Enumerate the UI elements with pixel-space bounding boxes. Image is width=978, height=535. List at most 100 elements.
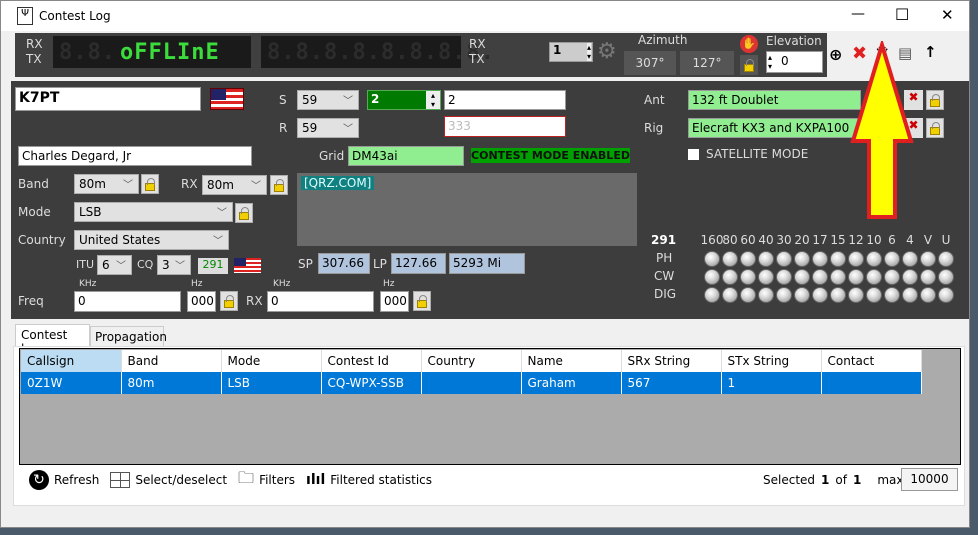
band-status-indicator: [902, 287, 918, 303]
khz-label: KHz: [79, 279, 97, 289]
band-status-indicator: [938, 287, 954, 303]
maximize-button[interactable]: ☐: [895, 5, 909, 24]
filters-button[interactable]: Filters: [259, 473, 295, 487]
antenna-lock-icon[interactable]: [926, 90, 944, 110]
minimize-button[interactable]: —: [851, 6, 865, 22]
rx-frequency-display: 8.8.8.8.8.8.8.8.: [261, 36, 494, 68]
rx-freq-khz-input[interactable]: 0: [267, 291, 374, 312]
log-toolbar: ↻ Refresh Select/deselect 🗀 Filters ılıl…: [29, 467, 432, 494]
vfo-spinner[interactable]: 1 ▴ ▾: [549, 42, 593, 62]
band-status-indicator: [776, 287, 792, 303]
small-flag-icon: [234, 258, 261, 273]
freq-khz-input[interactable]: 0: [74, 291, 181, 312]
band-status-indicator: [704, 287, 720, 303]
azimuth-lp-button[interactable]: 127°: [680, 51, 734, 75]
selection-status: Selected 1 of 1 max:: [763, 473, 908, 487]
column-header[interactable]: SRx String: [621, 350, 722, 372]
stop-rotator-icon[interactable]: ✋: [740, 35, 758, 53]
mode-lock-icon[interactable]: [235, 203, 253, 223]
name-input[interactable]: Charles Degard, Jr: [18, 146, 252, 166]
table-cell: Graham: [521, 372, 622, 394]
refresh-icon[interactable]: ↻: [29, 470, 49, 490]
distance-value: 5293 Mi: [449, 253, 525, 274]
column-header[interactable]: Country: [421, 350, 522, 372]
band-column-label: 30: [776, 233, 792, 247]
band-column-label: 10: [866, 233, 882, 247]
srx-input[interactable]: 333: [444, 116, 566, 137]
callsign-input[interactable]: K7PT: [15, 87, 201, 111]
filter-folder-icon[interactable]: 🗀: [238, 467, 254, 494]
title-bar: Ψ Contest Log — ☐ ✕: [1, 1, 969, 31]
elevation-spinner[interactable]: 0 ▴ ▾: [766, 51, 823, 73]
column-header[interactable]: Callsign: [21, 350, 122, 372]
grid-label: Grid: [319, 149, 345, 163]
cq-select[interactable]: 3 ﹀: [157, 255, 191, 275]
arrow-up-icon[interactable]: ↑: [924, 43, 937, 61]
rst-rcvd-select[interactable]: 59 ﹀: [297, 118, 359, 138]
band-column-label: 15: [830, 233, 846, 247]
rx-label: RX: [26, 37, 43, 51]
contest-log-window: Ψ Contest Log — ☐ ✕ RX TX 8.8. oFFLInE 8.…: [0, 0, 970, 528]
band-column-label: 4: [906, 233, 914, 247]
satellite-checkbox[interactable]: [688, 149, 699, 160]
table-cell: CQ-WPX-SSB: [321, 372, 422, 394]
antenna-select[interactable]: 132 ft Doublet: [688, 90, 861, 110]
rx-freq-hz-input[interactable]: 000: [380, 291, 409, 312]
add-icon[interactable]: ⊕: [829, 45, 842, 64]
stx-input[interactable]: 2: [444, 90, 566, 110]
band-column-label: V: [923, 233, 933, 247]
window-title: Contest Log: [39, 9, 111, 23]
country-label: Country: [18, 233, 66, 247]
band-select[interactable]: 80m ﹀: [74, 174, 139, 194]
column-header[interactable]: Band: [121, 350, 222, 372]
serial-spinner[interactable]: 2 ▴ ▾: [367, 90, 441, 110]
column-header[interactable]: Name: [521, 350, 622, 372]
mode-select[interactable]: LSB ﹀: [74, 202, 233, 222]
table-row[interactable]: 0Z1W 80m LSB CQ-WPX-SSB Graham 567 1: [21, 372, 922, 394]
freq-lock-icon[interactable]: [220, 291, 238, 311]
band-status-indicator: [902, 251, 918, 267]
rig-lock-icon[interactable]: [926, 118, 944, 138]
rst-sent-select[interactable]: 59 ﹀: [297, 90, 359, 110]
column-header[interactable]: Contact: [821, 350, 922, 372]
select-deselect-button[interactable]: Select/deselect: [135, 473, 227, 487]
country-select[interactable]: United States ﹀: [74, 230, 229, 250]
grid-input[interactable]: DM43ai: [348, 146, 464, 166]
max-records-input[interactable]: 10000: [901, 468, 958, 491]
rx-band-select[interactable]: 80m ﹀: [202, 175, 267, 195]
band-mode-grid: 291 160 80 60 40 30 20 17 15 12 10 6 4 V U PH CW DIG: [651, 231, 954, 303]
rig-select[interactable]: Elecraft KX3 and KXPA100: [688, 118, 861, 138]
rx-label-2: RX: [469, 37, 486, 51]
band-lock-icon[interactable]: [141, 174, 159, 194]
qrz-link[interactable]: [QRZ.COM]: [301, 176, 375, 190]
select-grid-icon[interactable]: [110, 472, 131, 488]
filtered-statistics-button[interactable]: Filtered statistics: [330, 473, 432, 487]
refresh-button[interactable]: Refresh: [54, 473, 99, 487]
statistics-icon[interactable]: ılıl: [306, 472, 325, 488]
band-status-indicator: [740, 251, 756, 267]
itu-select[interactable]: 6 ﹀: [97, 255, 132, 275]
column-header[interactable]: STx String: [721, 350, 822, 372]
band-status-indicator: [740, 287, 756, 303]
tab-contest-log[interactable]: Contest log: [15, 324, 90, 356]
mode-row-label: PH: [656, 251, 673, 265]
lock-icon[interactable]: [740, 55, 758, 75]
close-button[interactable]: ✕: [941, 6, 954, 24]
band-column-label: 40: [758, 233, 774, 247]
band-status-indicator: [776, 251, 792, 267]
r-label: R: [279, 121, 288, 135]
rx-freq-lock-icon[interactable]: [413, 291, 431, 311]
band-status-indicator: [830, 269, 846, 285]
freq-hz-input[interactable]: 000: [187, 291, 216, 312]
band-status-indicator: [884, 251, 900, 267]
table-cell: 0Z1W: [21, 372, 122, 394]
rx-band-lock-icon[interactable]: [270, 175, 288, 195]
column-header[interactable]: Contest Id: [321, 350, 422, 372]
band-status-indicator: [866, 251, 882, 267]
azimuth-label: Azimuth: [638, 33, 688, 47]
qso-entry-panel: K7PT S 59 ﹀ 2 ▴ ▾ 2 R 59 ﹀ 333 Charles Degar…: [11, 81, 969, 319]
gear-icon[interactable]: ⚙: [597, 39, 617, 64]
tab-propagation[interactable]: Propagation: [90, 326, 167, 347]
azimuth-sp-button[interactable]: 307°: [624, 51, 676, 75]
column-header[interactable]: Mode: [221, 350, 322, 372]
